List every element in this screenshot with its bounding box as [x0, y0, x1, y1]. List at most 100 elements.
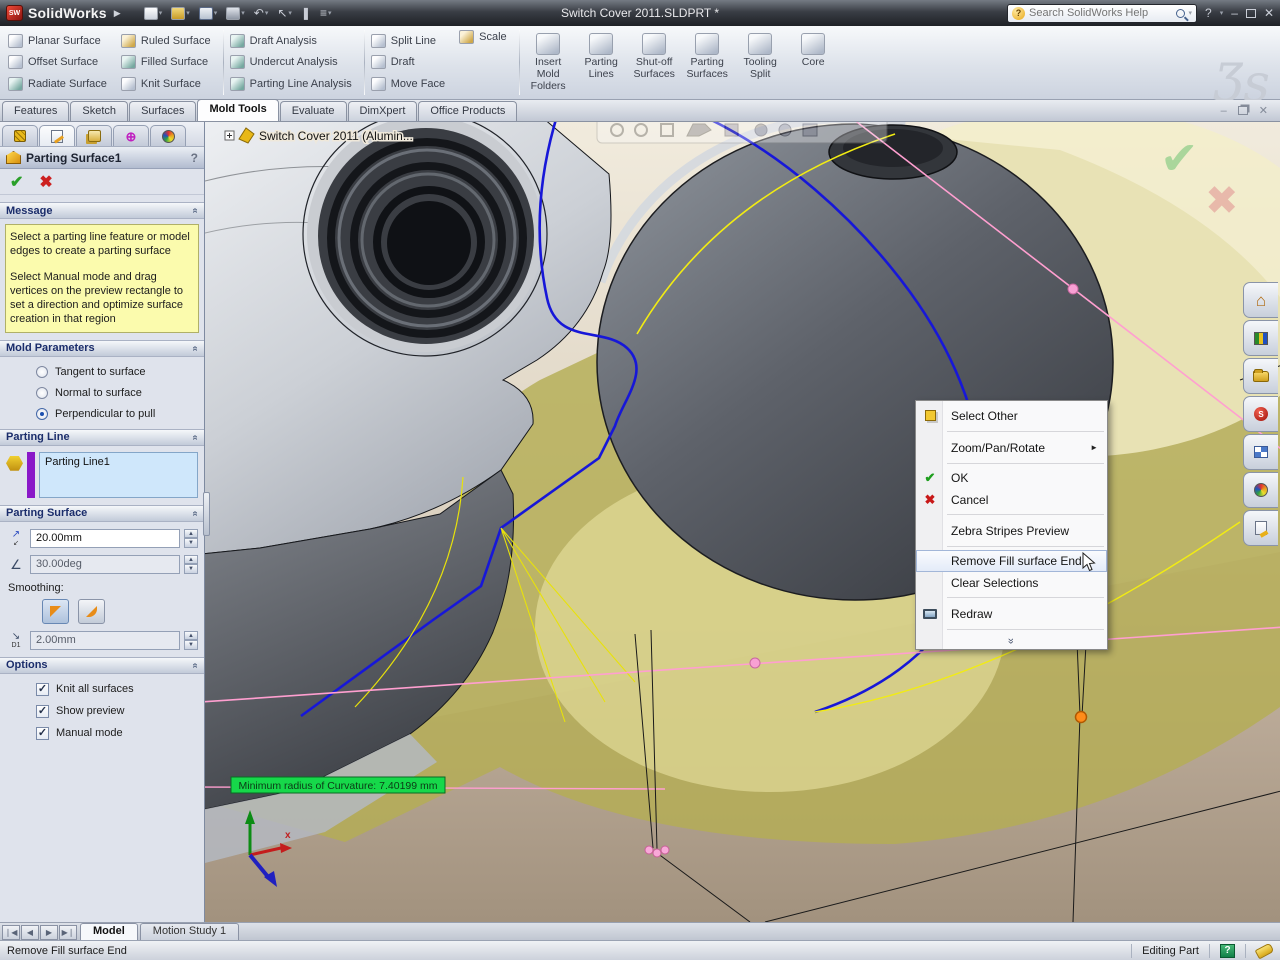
options-button[interactable]: ≡▾ [317, 3, 335, 23]
doc-close-button[interactable]: ✕ [1259, 104, 1268, 117]
configuration-manager-tab[interactable] [76, 125, 112, 146]
mold-parameters-header[interactable]: Mold Parameters « [0, 340, 204, 357]
sharp-smoothing-button[interactable] [42, 599, 69, 624]
tab-dimxpert[interactable]: DimXpert [348, 101, 418, 121]
help-dropdown-icon[interactable]: ▾ [1220, 9, 1224, 17]
file-explorer-tab[interactable] [1243, 358, 1278, 394]
new-document-button[interactable]: ▾ [141, 3, 166, 23]
doc-restore-button[interactable] [1238, 106, 1248, 115]
custom-properties-tab[interactable] [1243, 510, 1278, 546]
tab-mold-tools[interactable]: Mold Tools [197, 99, 278, 121]
tab-evaluate[interactable]: Evaluate [280, 101, 347, 121]
search-tab[interactable]: S [1243, 396, 1278, 432]
design-library-tab[interactable] [1243, 320, 1278, 356]
d1-spinner[interactable]: ▲▼ [184, 631, 198, 650]
drag-vertex[interactable] [750, 658, 760, 668]
feature-manager-tab[interactable] [2, 125, 38, 146]
menu-item-zebra-stripes-preview[interactable]: Zebra Stripes Preview [916, 518, 1107, 543]
checkbox-knit-all-surfaces[interactable]: ✓ Knit all surfaces [36, 683, 204, 696]
search-dropdown-icon[interactable]: ▾ [1189, 9, 1193, 17]
restore-button[interactable] [1246, 9, 1256, 18]
heads-up-toolbar[interactable] [597, 122, 887, 143]
scale-button[interactable]: Scale [459, 30, 507, 44]
offset-surface-button[interactable]: Offset Surface [8, 55, 107, 69]
minimize-button[interactable]: – [1231, 7, 1238, 19]
radio-tangent-to-surface[interactable]: Tangent to surface [36, 366, 204, 378]
menu-expand-arrow-icon[interactable]: ▶ [114, 8, 121, 19]
tab-office-products[interactable]: Office Products [418, 101, 517, 121]
tab-features[interactable]: Features [2, 101, 69, 121]
checkbox-show-preview[interactable]: ✓ Show preview [36, 705, 204, 718]
options-header[interactable]: Options « [0, 657, 204, 674]
draft-button[interactable]: Draft [371, 55, 445, 69]
confirm-ok-corner-icon[interactable]: ✔ [1160, 132, 1199, 184]
last-study-button[interactable]: ▶❘ [59, 925, 77, 940]
shut-off-surfaces-button[interactable]: Shut-off Surfaces [628, 31, 681, 83]
menu-item-cancel[interactable]: ✖ Cancel [916, 489, 1107, 511]
feature-help-button[interactable]: ? [191, 151, 198, 165]
first-study-button[interactable]: ❘◀ [2, 925, 20, 940]
spin-up-icon[interactable]: ▲ [184, 631, 198, 641]
menu-item-redraw[interactable]: Redraw [916, 601, 1107, 626]
panel-splitter-handle[interactable] [203, 492, 210, 536]
menu-item-zoom-pan-rotate[interactable]: Zoom/Pan/Rotate ► [916, 435, 1107, 460]
parting-line-item[interactable]: Parting Line1 [45, 456, 110, 468]
search-magnifier-icon[interactable] [1176, 9, 1185, 18]
d1-field[interactable]: 2.00mm [30, 631, 180, 650]
parting-surfaces-button[interactable]: Parting Surfaces [681, 31, 734, 83]
tag-icon[interactable] [1255, 942, 1275, 959]
radio-perpendicular-to-pull[interactable]: Perpendicular to pull [36, 408, 204, 420]
filled-surface-button[interactable]: Filled Surface [121, 55, 211, 69]
graphics-viewport[interactable]: x Switch Cove [205, 122, 1280, 922]
menu-item-clear-selections[interactable]: Clear Selections [916, 572, 1107, 594]
smooth-smoothing-button[interactable] [78, 599, 105, 624]
ruled-surface-button[interactable]: Ruled Surface [121, 34, 211, 48]
model-tab[interactable]: Model [80, 923, 138, 940]
selected-vertex[interactable] [1076, 712, 1087, 723]
vertex-cluster[interactable] [645, 846, 653, 854]
save-button[interactable]: ▾ [196, 3, 221, 23]
parting-line-listbox[interactable]: Parting Line1 [39, 452, 198, 498]
spin-down-icon[interactable]: ▼ [184, 564, 198, 574]
close-button[interactable]: ✕ [1264, 7, 1274, 19]
tab-sketch[interactable]: Sketch [70, 101, 128, 121]
core-button[interactable]: Core [787, 31, 840, 71]
menu-item-select-other[interactable]: Select Other [916, 403, 1107, 428]
distance-spinner[interactable]: ▲▼ [184, 529, 198, 548]
split-line-button[interactable]: Split Line [371, 34, 445, 48]
menu-expand-chevron[interactable]: « [916, 633, 1107, 648]
knit-surface-button[interactable]: Knit Surface [121, 77, 211, 91]
checkbox-manual-mode[interactable]: ✓ Manual mode [36, 727, 204, 740]
radiate-surface-button[interactable]: Radiate Surface [8, 77, 107, 91]
tree-item-label[interactable]: Switch Cover 2011 (Alumin... [259, 129, 413, 143]
doc-minimize-button[interactable]: – [1221, 105, 1227, 117]
menu-item-ok[interactable]: ✔ OK [916, 467, 1107, 489]
distance-field[interactable]: 20.00mm [30, 529, 180, 548]
ok-button[interactable]: ✔ [10, 172, 23, 192]
drag-vertex[interactable] [1068, 284, 1078, 294]
select-button[interactable]: ↖▾ [274, 3, 295, 23]
quick-tips-button[interactable]: ? [1220, 944, 1235, 958]
undo-button[interactable]: ↶▾ [251, 3, 272, 23]
undercut-analysis-button[interactable]: Undercut Analysis [230, 55, 352, 69]
appearances-tab[interactable] [1243, 472, 1278, 508]
search-box[interactable]: ? ▾ [1007, 4, 1197, 23]
angle-field[interactable]: 30.00deg [30, 555, 180, 574]
parting-line-analysis-button[interactable]: Parting Line Analysis [230, 77, 352, 91]
angle-spinner[interactable]: ▲▼ [184, 555, 198, 574]
solidworks-resources-tab[interactable]: ⌂ [1243, 282, 1278, 318]
spin-down-icon[interactable]: ▼ [184, 640, 198, 650]
parting-surface-header[interactable]: Parting Surface « [0, 505, 204, 522]
next-study-button[interactable]: ▶ [40, 925, 58, 940]
open-button[interactable]: ▾ [168, 3, 193, 23]
draft-analysis-button[interactable]: Draft Analysis [230, 34, 352, 48]
tooling-split-button[interactable]: Tooling Split [734, 31, 787, 83]
spin-up-icon[interactable]: ▲ [184, 529, 198, 539]
move-face-button[interactable]: Move Face [371, 77, 445, 91]
rebuild-button[interactable]: ❚ [298, 3, 314, 23]
message-section-header[interactable]: Message « [0, 202, 204, 219]
dimxpert-manager-tab[interactable]: ⊕ [113, 125, 149, 146]
prev-study-button[interactable]: ◀ [21, 925, 39, 940]
motion-study-tab[interactable]: Motion Study 1 [140, 923, 239, 940]
print-button[interactable]: ▾ [223, 3, 248, 23]
